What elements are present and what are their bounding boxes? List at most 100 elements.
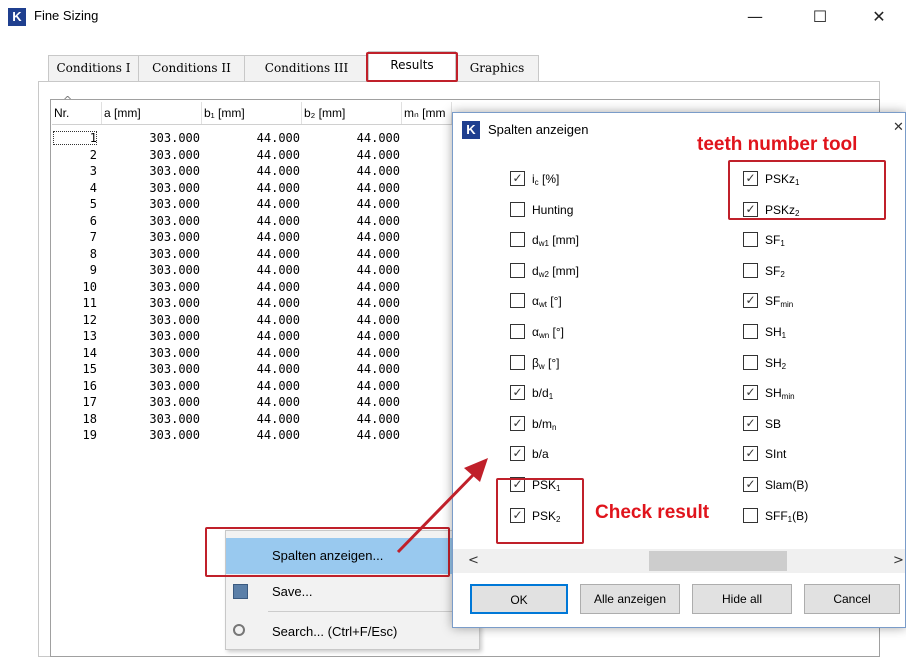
- checkbox-unchecked[interactable]: [510, 354, 525, 370]
- checkbox-checked[interactable]: ✓: [743, 415, 758, 431]
- checkbox-label[interactable]: Slam(B): [765, 477, 808, 497]
- table-cell[interactable]: 303.000: [102, 363, 200, 376]
- checkbox-unchecked[interactable]: [743, 354, 758, 370]
- row-number-cell[interactable]: 3: [52, 165, 97, 178]
- checkbox-label[interactable]: Hunting: [532, 202, 573, 222]
- row-number-cell[interactable]: 7: [52, 231, 97, 244]
- tab-conditions-3[interactable]: Conditions III: [244, 55, 369, 82]
- table-cell[interactable]: 44.000: [202, 214, 300, 228]
- checkbox-unchecked[interactable]: [510, 262, 525, 278]
- table-cell[interactable]: 44.000: [302, 379, 400, 393]
- checkbox-unchecked[interactable]: [743, 507, 758, 523]
- table-cell[interactable]: 44.000: [202, 165, 300, 178]
- dialog-close-icon[interactable]: ✕: [893, 120, 905, 135]
- checkbox-label[interactable]: b/a: [532, 446, 549, 466]
- table-cell[interactable]: 303.000: [102, 396, 200, 409]
- checkbox-label[interactable]: dw1 [mm]: [532, 232, 579, 252]
- checkbox-unchecked[interactable]: [743, 232, 758, 248]
- checkbox-label[interactable]: b/d1: [532, 385, 553, 405]
- table-cell[interactable]: 44.000: [202, 346, 300, 360]
- checkbox-label[interactable]: SH2: [765, 355, 786, 375]
- table-cell[interactable]: 303.000: [102, 330, 200, 343]
- table-cell[interactable]: 44.000: [202, 330, 300, 343]
- column-header-b2[interactable]: b₂ [mm]: [302, 102, 402, 124]
- checkbox-unchecked[interactable]: [510, 201, 525, 217]
- table-cell[interactable]: 44.000: [302, 181, 400, 195]
- checkbox-unchecked[interactable]: [510, 232, 525, 248]
- table-cell[interactable]: 303.000: [102, 231, 200, 244]
- row-number-cell[interactable]: 2: [52, 148, 97, 162]
- table-cell[interactable]: 303.000: [102, 181, 200, 195]
- hide-all-button[interactable]: Hide all: [692, 584, 792, 614]
- table-cell[interactable]: 44.000: [302, 363, 400, 376]
- row-number-cell[interactable]: 12: [52, 313, 97, 327]
- table-cell[interactable]: 44.000: [302, 429, 400, 442]
- checkbox-unchecked[interactable]: [510, 293, 525, 309]
- row-number-cell[interactable]: 17: [52, 396, 97, 409]
- table-cell[interactable]: 303.000: [102, 280, 200, 294]
- table-cell[interactable]: 44.000: [302, 165, 400, 178]
- row-number-cell[interactable]: 4: [52, 181, 97, 195]
- table-cell[interactable]: 44.000: [302, 412, 400, 426]
- row-number-cell[interactable]: 11: [52, 297, 97, 310]
- table-cell[interactable]: 44.000: [202, 297, 300, 310]
- row-number-cell[interactable]: 16: [52, 379, 97, 393]
- close-button[interactable]: ✕: [856, 4, 902, 30]
- checkbox-label[interactable]: SH1: [765, 324, 786, 344]
- table-cell[interactable]: 44.000: [202, 231, 300, 244]
- row-number-cell[interactable]: 15: [52, 363, 97, 376]
- table-cell[interactable]: 303.000: [102, 165, 200, 178]
- row-number-cell[interactable]: 5: [52, 198, 97, 211]
- table-cell[interactable]: 44.000: [302, 148, 400, 162]
- menu-item-search[interactable]: Search... (Ctrl+F/Esc): [226, 614, 479, 650]
- table-cell[interactable]: 303.000: [102, 313, 200, 327]
- checkbox-checked[interactable]: ✓: [510, 415, 525, 431]
- table-cell[interactable]: 303.000: [102, 412, 200, 426]
- table-cell[interactable]: 44.000: [202, 396, 300, 409]
- table-cell[interactable]: 44.000: [302, 198, 400, 211]
- checkbox-label[interactable]: SFmin: [765, 293, 793, 313]
- maximize-button[interactable]: ☐: [797, 4, 843, 30]
- row-number-cell[interactable]: 18: [52, 412, 97, 426]
- table-cell[interactable]: 44.000: [302, 297, 400, 310]
- table-cell[interactable]: 44.000: [302, 231, 400, 244]
- table-cell[interactable]: 44.000: [302, 264, 400, 277]
- column-header-b1[interactable]: b₁ [mm]: [202, 102, 302, 124]
- table-cell[interactable]: 44.000: [202, 363, 300, 376]
- checkbox-checked[interactable]: ✓: [510, 385, 525, 401]
- table-cell[interactable]: 44.000: [302, 330, 400, 343]
- checkbox-label[interactable]: SFF1(B): [765, 508, 808, 528]
- table-cell[interactable]: 44.000: [202, 132, 300, 145]
- checkbox-label[interactable]: SHmin: [765, 385, 795, 405]
- checkbox-label[interactable]: SInt: [765, 446, 786, 466]
- table-cell[interactable]: 303.000: [102, 214, 200, 228]
- table-cell[interactable]: 303.000: [102, 198, 200, 211]
- row-number-cell[interactable]: 10: [52, 280, 97, 294]
- checkbox-unchecked[interactable]: [743, 262, 758, 278]
- checkbox-label[interactable]: βw [°]: [532, 355, 560, 375]
- show-all-button[interactable]: Alle anzeigen: [580, 584, 680, 614]
- checkbox-label[interactable]: SB: [765, 416, 781, 436]
- checkbox-checked[interactable]: ✓: [743, 385, 758, 401]
- scroll-right-icon[interactable]: >: [893, 553, 904, 568]
- table-cell[interactable]: 44.000: [302, 280, 400, 294]
- row-number-cell[interactable]: 14: [52, 346, 97, 360]
- row-number-cell[interactable]: 6: [52, 214, 97, 228]
- menu-item-save[interactable]: Save...: [226, 574, 479, 610]
- table-cell[interactable]: 44.000: [202, 429, 300, 442]
- checkbox-checked[interactable]: ✓: [743, 477, 758, 492]
- table-cell[interactable]: 303.000: [102, 429, 200, 442]
- checkbox-label[interactable]: SF1: [765, 232, 785, 252]
- minimize-button[interactable]: —: [732, 4, 778, 30]
- row-number-cell[interactable]: 13: [52, 330, 97, 343]
- table-cell[interactable]: 44.000: [302, 247, 400, 261]
- table-cell[interactable]: 44.000: [202, 181, 300, 195]
- table-cell[interactable]: 44.000: [202, 198, 300, 211]
- checkbox-label[interactable]: SF2: [765, 263, 785, 283]
- table-cell[interactable]: 44.000: [202, 313, 300, 327]
- table-cell[interactable]: 44.000: [302, 313, 400, 327]
- checkbox-checked[interactable]: ✓: [510, 446, 525, 462]
- checkbox-label[interactable]: αwt [°]: [532, 293, 562, 313]
- scrollbar-thumb[interactable]: [649, 551, 787, 571]
- checkbox-label[interactable]: αwn [°]: [532, 324, 564, 344]
